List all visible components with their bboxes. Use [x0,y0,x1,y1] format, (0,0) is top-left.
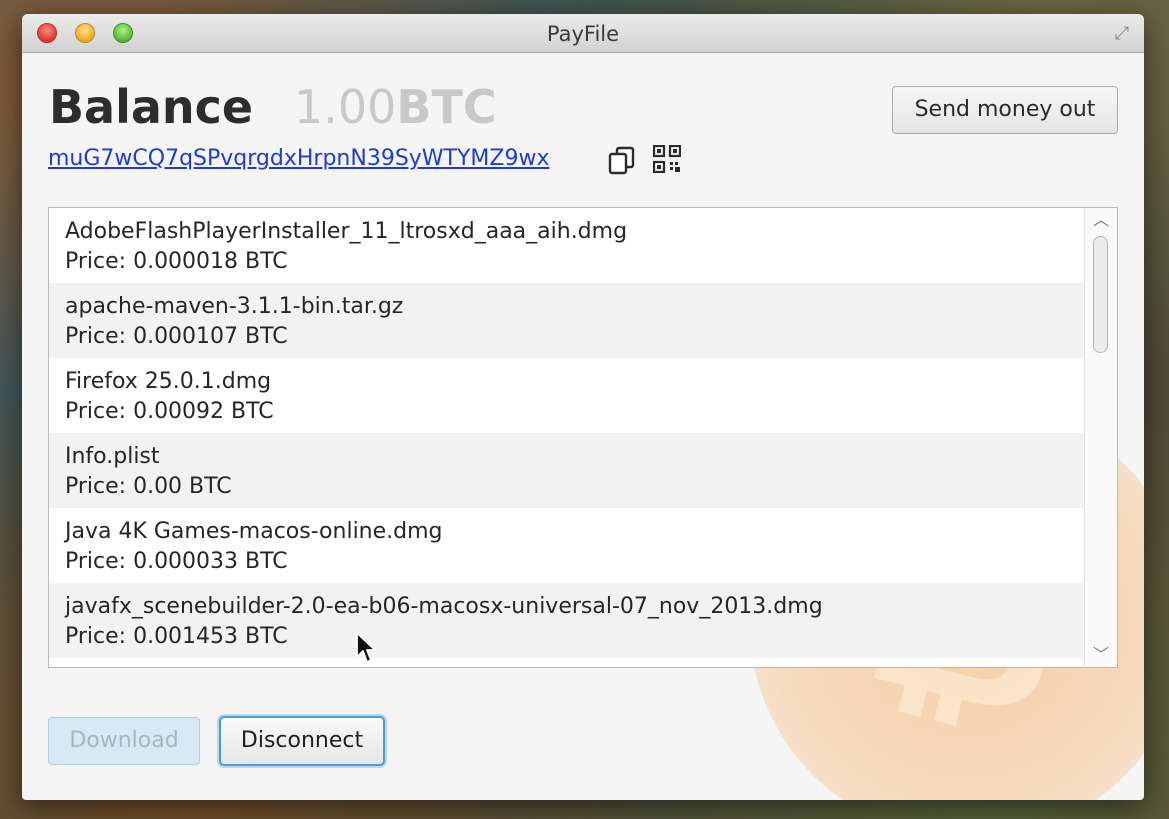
balance-amount: 1.00 [294,80,397,134]
download-button[interactable]: Download [48,717,200,765]
file-list-item[interactable]: Firefox 25.0.1.dmg Price: 0.00092 BTC [49,358,1086,433]
file-name: Info.plist [65,444,160,469]
vertical-scrollbar[interactable]: ︿ ﹀ [1084,208,1117,667]
file-name: Java 4K Games-macos-online.dmg [65,519,443,544]
balance-label: Balance [49,80,254,134]
send-money-out-button[interactable]: Send money out [892,86,1118,134]
file-price: Price: 0.000033 BTC [65,549,288,574]
scroll-up-icon[interactable]: ︿ [1085,208,1117,232]
fullscreen-icon[interactable]: ⤢ [1110,22,1134,46]
wallet-address-link[interactable]: muG7wCQ7qSPvqrgdxHrpnN39SyWTYMZ9wx [48,146,550,171]
file-price: Price: 0.000018 BTC [65,249,288,274]
file-name: apache-maven-3.1.1-bin.tar.gz [65,294,404,319]
file-price: Price: 0.00 BTC [65,474,232,499]
file-name: AdobeFlashPlayerInstaller_11_ltrosxd_aaa… [65,219,628,244]
balance-unit: BTC [396,80,497,134]
file-name: javafx_scenebuilder-2.0-ea-b06-macosx-un… [65,594,823,619]
qr-code-icon[interactable] [653,145,681,173]
file-list-item[interactable]: apache-maven-3.1.1-bin.tar.gz Price: 0.00… [49,283,1086,358]
file-list-item[interactable]: AdobeFlashPlayerInstaller_11_ltrosxd_aaa… [49,208,1086,283]
app-window: PayFile ⤢ ₿ Balance 1.00BTC Send money o… [22,14,1144,800]
file-price: Price: 0.001453 BTC [65,624,288,649]
file-list-item[interactable]: javafx_scenebuilder-2.0-ea-b06-macosx-un… [49,583,1086,658]
copy-icon[interactable] [606,144,638,176]
file-list-rows: AdobeFlashPlayerInstaller_11_ltrosxd_aaa… [49,208,1086,658]
scrollbar-thumb[interactable] [1093,236,1108,353]
file-list[interactable]: AdobeFlashPlayerInstaller_11_ltrosxd_aaa… [48,207,1118,668]
window-title: PayFile [546,22,620,46]
mouse-cursor-icon [356,632,376,663]
file-list-item[interactable]: Java 4K Games-macos-online.dmg Price: 0.0… [49,508,1086,583]
file-list-item[interactable]: Info.plist Price: 0.00 BTC [49,433,1086,508]
balance-value: 1.00BTC [294,80,497,134]
disconnect-button[interactable]: Disconnect [219,716,385,766]
file-name: Firefox 25.0.1.dmg [65,369,272,394]
title-bar[interactable]: PayFile ⤢ [22,14,1144,53]
file-price: Price: 0.00092 BTC [65,399,274,424]
file-price: Price: 0.000107 BTC [65,324,288,349]
scroll-down-icon[interactable]: ﹀ [1085,643,1117,667]
